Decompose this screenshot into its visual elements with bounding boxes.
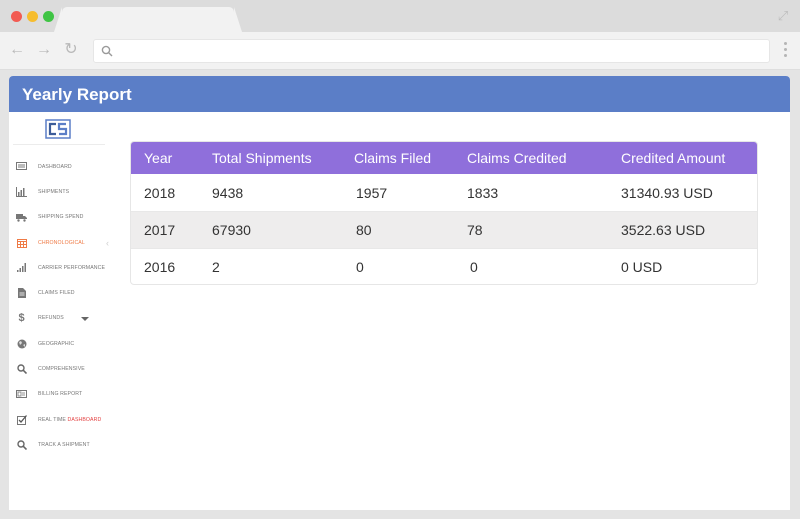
bar-chart-icon <box>16 186 27 197</box>
sidebar-nav: DASHBOARD SHIPMENTS SHIPPING SPEND CHRON… <box>9 154 119 458</box>
back-arrow-icon[interactable]: ← <box>8 40 26 60</box>
cell-year: 2016 <box>144 259 176 275</box>
sidebar-item-chronological[interactable]: CHRONOLOGICAL ‹ <box>9 230 119 255</box>
sidebar-item-label: COMPREHENSIVE <box>38 366 85 373</box>
minimize-window-button[interactable] <box>27 11 38 22</box>
sidebar-item-label: DASHBOARD <box>38 163 72 170</box>
table-row: 2017 67930 80 78 3522.63 USD <box>131 211 757 248</box>
table-row: 2018 9438 1957 1833 31340.93 USD <box>131 174 757 211</box>
maximize-window-button[interactable] <box>43 11 54 22</box>
sidebar-item-label-accent: DASHBOARD <box>67 416 102 423</box>
cell-year: 2017 <box>144 222 176 238</box>
cell-claims-credited: 0 <box>470 259 478 275</box>
cell-credited-amount: 3522.63 USD <box>621 222 706 238</box>
cell-claims-credited: 78 <box>467 222 483 238</box>
billing-icon <box>16 389 27 400</box>
cell-claims-credited: 1833 <box>467 184 499 201</box>
sidebar-item-label: SHIPMENTS <box>38 188 70 195</box>
cell-year: 2018 <box>144 184 176 201</box>
sidebar-item-real-time-dashboard[interactable]: REAL TIME DASHBOARD <box>9 407 119 432</box>
column-header-year[interactable]: Year <box>131 150 200 166</box>
cell-claims-filed: 80 <box>356 222 372 238</box>
monitor-icon <box>16 161 27 172</box>
browser-tab[interactable] <box>54 7 242 32</box>
search-icon <box>16 364 27 375</box>
sidebar-item-label: CARRIER PERFORMANCE <box>38 264 106 271</box>
sidebar-item-geographic[interactable]: GEOGRAPHIC <box>9 331 119 356</box>
column-header-claims-filed[interactable]: Claims Filed <box>342 150 455 166</box>
sidebar-item-carrier-performance[interactable]: CARRIER PERFORMANCE <box>9 255 119 280</box>
column-header-credited-amount[interactable]: Credited Amount <box>609 150 757 166</box>
cell-credited-amount: 31340.93 USD <box>621 184 713 201</box>
search-icon <box>16 439 27 450</box>
document-icon <box>16 288 27 299</box>
calendar-icon <box>16 237 27 248</box>
app-window: Yearly Report DASHBOARD SHIPMENTS SHIPPI… <box>9 76 790 510</box>
checkbox-icon <box>16 414 27 425</box>
globe-icon <box>16 338 27 349</box>
truck-icon <box>16 212 27 223</box>
dollar-icon: $ <box>18 311 25 324</box>
column-header-claims-credited[interactable]: Claims Credited <box>455 150 609 166</box>
sidebar-item-label: GEOGRAPHIC <box>38 340 75 347</box>
sidebar-item-shipping-spend[interactable]: SHIPPING SPEND <box>9 205 119 230</box>
sidebar-item-label: CHRONOLOGICAL <box>38 239 85 246</box>
search-icon <box>101 45 113 57</box>
table-row: 2016 2 0 0 0 USD <box>131 248 757 284</box>
sidebar-item-shipments[interactable]: SHIPMENTS <box>9 179 119 204</box>
sidebar-item-label: REFUNDS <box>38 315 64 322</box>
sidebar-item-label: BILLING REPORT <box>38 391 83 398</box>
chevron-left-icon: ‹ <box>106 237 109 248</box>
sidebar-item-track-a-shipment[interactable]: TRACK A SHIPMENT <box>9 432 119 457</box>
cell-total-shipments: 67930 <box>212 222 251 238</box>
cell-claims-filed: 1957 <box>356 184 388 201</box>
reload-icon[interactable]: ↻ <box>62 40 80 60</box>
yearly-report-table: Year Total Shipments Claims Filed Claims… <box>130 141 758 285</box>
caret-down-icon[interactable] <box>81 316 89 321</box>
sidebar-item-label: REAL TIME DASHBOARD <box>38 416 102 423</box>
close-window-button[interactable] <box>11 11 22 22</box>
expand-icon[interactable]: ⤢ <box>776 9 790 23</box>
sidebar-item-label: SHIPPING SPEND <box>38 214 84 221</box>
browser-toolbar: ← → ↻ <box>0 32 800 70</box>
cell-total-shipments: 2 <box>212 259 220 275</box>
divider <box>13 144 105 145</box>
company-logo <box>45 119 71 139</box>
sidebar-item-dashboard[interactable]: DASHBOARD <box>9 154 119 179</box>
page-title: Yearly Report <box>9 76 790 112</box>
cell-total-shipments: 9438 <box>212 184 244 201</box>
sidebar-item-billing-report[interactable]: BILLING REPORT <box>9 382 119 407</box>
browser-titlebar: ⤢ <box>0 0 800 32</box>
sidebar-item-refunds[interactable]: $ REFUNDS <box>9 306 119 331</box>
cell-claims-filed: 0 <box>356 259 364 275</box>
column-header-total-shipments[interactable]: Total Shipments <box>200 150 342 166</box>
cell-credited-amount: 0 USD <box>621 259 663 275</box>
sidebar-item-claims-filed[interactable]: CLAIMS FILED <box>9 280 119 305</box>
sidebar-item-label: TRACK A SHIPMENT <box>38 441 90 448</box>
sidebar-item-label: CLAIMS FILED <box>38 290 75 297</box>
table-header-row: Year Total Shipments Claims Filed Claims… <box>131 142 757 174</box>
forward-arrow-icon[interactable]: → <box>35 40 53 60</box>
sidebar-item-comprehensive[interactable]: COMPREHENSIVE <box>9 356 119 381</box>
address-bar[interactable] <box>93 39 770 63</box>
signal-bars-icon <box>16 262 27 273</box>
browser-menu-icon[interactable] <box>784 42 788 60</box>
